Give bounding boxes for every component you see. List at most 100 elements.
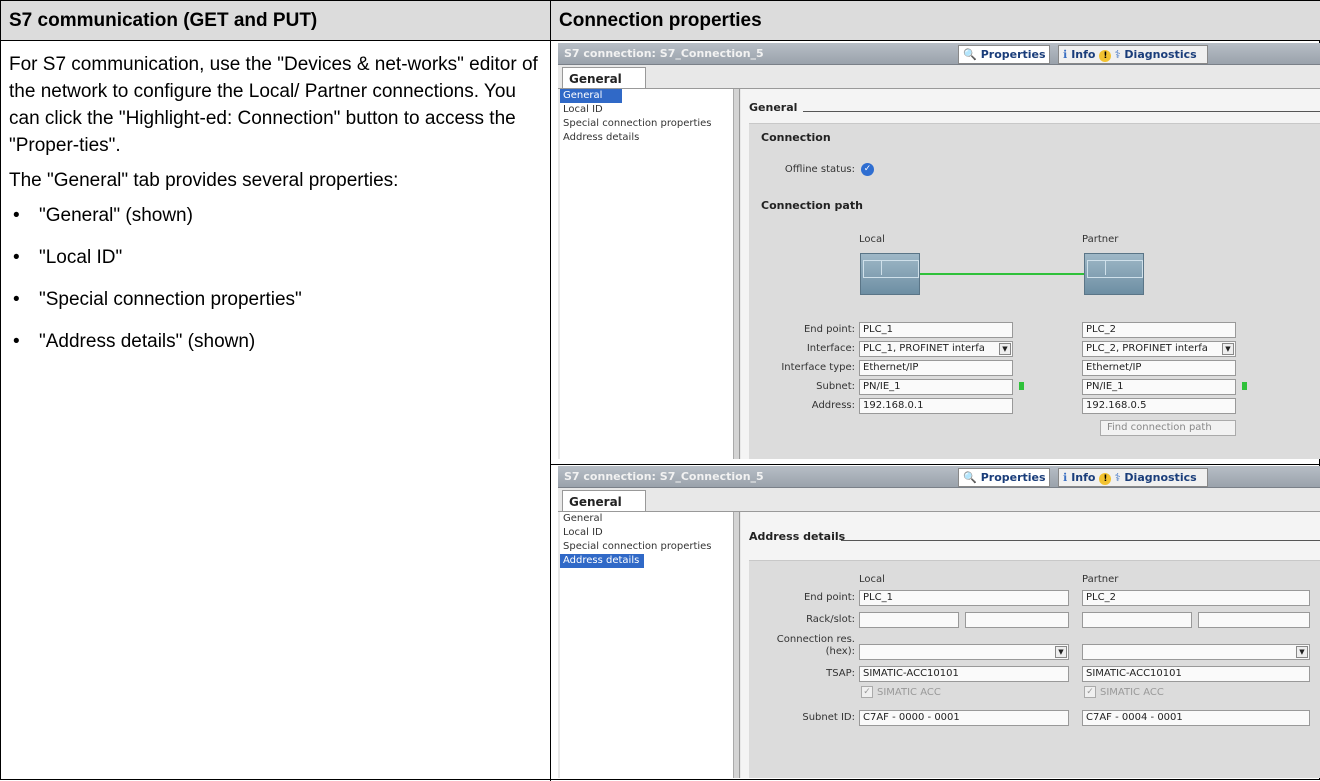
chevron-down-icon[interactable]: ▼ [999, 343, 1011, 355]
status-ok-icon: ✓ [861, 163, 874, 176]
rack-partner-field[interactable] [1082, 612, 1192, 628]
panel-title-bar: S7 connection: S7_Connection_5 🔍 Properti… [558, 466, 1320, 488]
chevron-down-icon[interactable]: ▼ [1296, 646, 1308, 658]
nav-item-local-id[interactable]: Local ID [560, 526, 733, 540]
content-area: Address details Local Partner End point:… [741, 512, 1320, 778]
interface-partner-select[interactable]: PLC_2, PROFINET interfa ▼ [1082, 341, 1236, 357]
nav-item-special-connection-properties[interactable]: Special connection properties [560, 117, 733, 131]
tab-properties[interactable]: 🔍 Properties [958, 468, 1050, 487]
header-right: Connection properties [551, 1, 1320, 41]
properties-icon: 🔍 [963, 48, 977, 61]
nav-item-general[interactable]: General [560, 512, 733, 526]
nav-item-address-details[interactable]: Address details [560, 131, 733, 145]
warning-icon: ! [1099, 50, 1112, 62]
column-divider [550, 1, 551, 781]
address-partner-field[interactable]: 192.168.0.5 [1082, 398, 1236, 414]
connection-res-local-select[interactable]: ▼ [859, 644, 1069, 660]
tab-info[interactable]: ℹ Info! ⚕ Diagnostics [1058, 468, 1208, 487]
simatic-acc-partner-checkbox[interactable]: ✓ [1084, 686, 1096, 698]
nav-tree: General Local ID Special connection prop… [560, 512, 734, 778]
nav-item-general[interactable]: General [560, 89, 622, 103]
group-connection-title: Connection [761, 131, 831, 144]
section-title: Address details [749, 530, 846, 543]
tsap-local-field[interactable]: SIMATIC-ACC10101 [859, 666, 1069, 682]
col-partner-label: Partner [1082, 234, 1119, 245]
interface-type-label: Interface type: [781, 362, 855, 373]
chevron-down-icon[interactable]: ▼ [1055, 646, 1067, 658]
nav-tree: General Local ID Special connection prop… [560, 89, 734, 459]
end-point-label: End point: [803, 592, 855, 603]
address-label: Address: [811, 400, 855, 411]
slot-local-field[interactable] [965, 612, 1069, 628]
connection-res-partner-select[interactable]: ▼ [1082, 644, 1310, 660]
subnet-id-partner-field[interactable]: C7AF - 0004 - 0001 [1082, 710, 1310, 726]
simatic-acc-local-checkbox[interactable]: ✓ [861, 686, 873, 698]
network-icon [1019, 382, 1024, 390]
property-item: "Special connection properties" [9, 286, 539, 313]
subnet-id-local-field[interactable]: C7AF - 0000 - 0001 [859, 710, 1069, 726]
diagnostics-icon: ⚕ [1114, 471, 1121, 484]
address-local-field[interactable]: 192.168.0.1 [859, 398, 1013, 414]
col-partner-label: Partner [1082, 574, 1119, 585]
tsap-label: TSAP: [826, 668, 855, 679]
group-path-title: Connection path [761, 199, 863, 212]
properties-panel-general: S7 connection: S7_Connection_5 🔍 Properti… [558, 43, 1320, 459]
col-local-label: Local [859, 234, 885, 245]
subnet-label: Subnet: [816, 381, 855, 392]
section-title: General [749, 101, 798, 114]
nav-item-address-details[interactable]: Address details [560, 554, 644, 568]
nav-item-local-id[interactable]: Local ID [560, 103, 733, 117]
content-area: General Connection Offline status: ✓ Con… [741, 89, 1320, 459]
nav-item-special-connection-properties[interactable]: Special connection properties [560, 540, 733, 554]
description-paragraph-2: The "General" tab provides several prope… [9, 170, 399, 191]
find-connection-path-button[interactable]: Find connection path [1100, 420, 1236, 436]
properties-panel-address-details: S7 connection: S7_Connection_5 🔍 Properti… [558, 466, 1320, 778]
interface-local-select[interactable]: PLC_1, PROFINET interfa ▼ [859, 341, 1013, 357]
properties-icon: 🔍 [963, 471, 977, 484]
info-icon: ℹ [1063, 48, 1068, 61]
description-paragraph-1: For S7 communication, use the "Devices &… [9, 54, 538, 156]
header-left: S7 communication (GET and PUT) [1, 1, 551, 41]
splitter[interactable] [734, 512, 740, 778]
interface-type-partner-field[interactable]: Ethernet/IP [1082, 360, 1236, 376]
end-point-local-field[interactable]: PLC_1 [859, 322, 1013, 338]
diagnostics-icon: ⚕ [1114, 48, 1121, 61]
tab-general[interactable]: General [562, 67, 646, 89]
rack-local-field[interactable] [859, 612, 959, 628]
local-device-icon [860, 253, 920, 295]
end-point-local-field[interactable]: PLC_1 [859, 590, 1069, 606]
interface-label: Interface: [806, 343, 855, 354]
panel-title-bar: S7 connection: S7_Connection_5 🔍 Properti… [558, 43, 1320, 65]
info-icon: ℹ [1063, 471, 1068, 484]
connection-line [920, 273, 1084, 275]
property-list: "General" (shown) "Local ID" "Special co… [9, 202, 539, 355]
interface-type-local-field[interactable]: Ethernet/IP [859, 360, 1013, 376]
description: For S7 communication, use the "Devices &… [9, 51, 539, 370]
subnet-partner-field[interactable]: PN/IE_1 [1082, 379, 1236, 395]
tsap-partner-field[interactable]: SIMATIC-ACC10101 [1082, 666, 1310, 682]
end-point-partner-field[interactable]: PLC_2 [1082, 590, 1310, 606]
rack-slot-label: Rack/slot: [806, 614, 855, 625]
chevron-down-icon[interactable]: ▼ [1222, 343, 1234, 355]
simatic-acc-local-label: SIMATIC ACC [877, 687, 941, 698]
network-icon [1242, 382, 1247, 390]
end-point-partner-field[interactable]: PLC_2 [1082, 322, 1236, 338]
tab-info[interactable]: ℹ Info! ⚕ Diagnostics [1058, 45, 1208, 64]
subnet-local-field[interactable]: PN/IE_1 [859, 379, 1013, 395]
connection-res-hex-label: (hex): [825, 646, 855, 657]
property-item: "Local ID" [9, 244, 539, 271]
connection-res-label: Connection res. [776, 634, 855, 645]
slot-partner-field[interactable] [1198, 612, 1310, 628]
warning-icon: ! [1099, 473, 1112, 485]
col-local-label: Local [859, 574, 885, 585]
row-divider [551, 464, 1320, 465]
end-point-label: End point: [803, 324, 855, 335]
tab-properties[interactable]: 🔍 Properties [958, 45, 1050, 64]
tab-general[interactable]: General [562, 490, 646, 512]
property-item: "Address details" (shown) [9, 328, 539, 355]
panel-title: S7 connection: S7_Connection_5 [564, 47, 764, 60]
simatic-acc-partner-label: SIMATIC ACC [1100, 687, 1164, 698]
splitter[interactable] [734, 89, 740, 459]
subnet-id-label: Subnet ID: [802, 712, 855, 723]
partner-device-icon [1084, 253, 1144, 295]
